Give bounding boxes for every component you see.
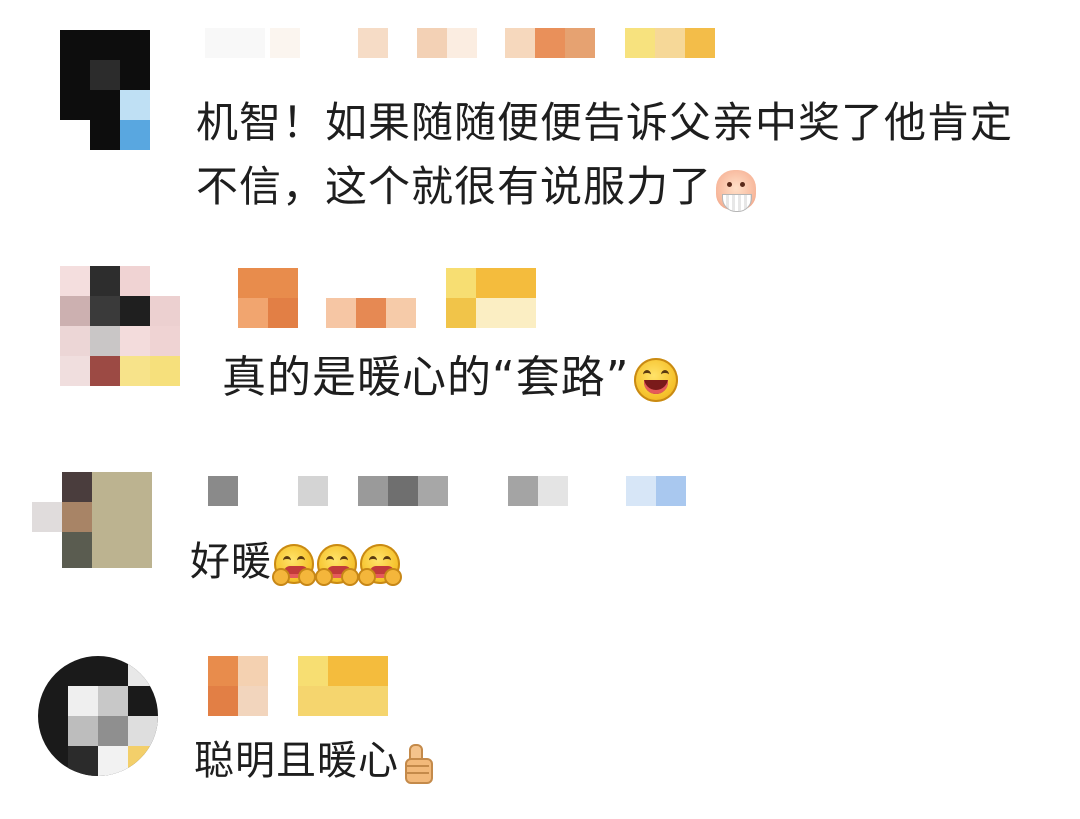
- comment-4: 聪明且暖心: [0, 640, 1080, 819]
- laughing-face-icon: [633, 358, 678, 402]
- comment-screen: { "comments": [ { "text_line1": "机智！如果随随…: [0, 0, 1080, 819]
- avatar[interactable]: [38, 656, 158, 776]
- comment-text-line-2: 不信，这个就很有说服力了: [196, 158, 757, 216]
- fan-face-icon: [716, 169, 757, 212]
- comment-text: 真的是暖心的“套路”: [222, 352, 630, 403]
- comment-2: 真的是暖心的“套路”: [0, 230, 1080, 450]
- warm-hug-face-icon: [358, 544, 402, 586]
- comment-1: 机智！如果随随便便告诉父亲中奖了他肯定 不信，这个就很有说服力了: [0, 0, 1080, 230]
- comment-text: 不信，这个就很有说服力了: [196, 162, 713, 211]
- avatar[interactable]: [60, 266, 180, 386]
- avatar[interactable]: [60, 30, 150, 150]
- comment-text-line-1: 机智！如果随随便便告诉父亲中奖了他肯定: [196, 98, 1014, 147]
- thumbs-up-icon: [403, 744, 433, 784]
- username-blurred[interactable]: [205, 28, 715, 58]
- comment-text-line: 好暖: [190, 533, 402, 591]
- avatar[interactable]: [32, 472, 152, 568]
- username-blurred[interactable]: [208, 656, 388, 716]
- comment-text: 聪明且暖心: [194, 738, 399, 784]
- warm-hug-face-icon: [272, 544, 316, 586]
- username-blurred[interactable]: [208, 476, 686, 506]
- comment-text-line: 真的是暖心的“套路”: [222, 349, 678, 407]
- username-blurred[interactable]: [238, 268, 538, 328]
- comment-text-line: 聪明且暖心: [194, 732, 433, 790]
- comment-3: 好暖: [0, 450, 1080, 640]
- comment-text: 好暖: [190, 539, 272, 585]
- warm-hug-face-icon: [315, 544, 359, 586]
